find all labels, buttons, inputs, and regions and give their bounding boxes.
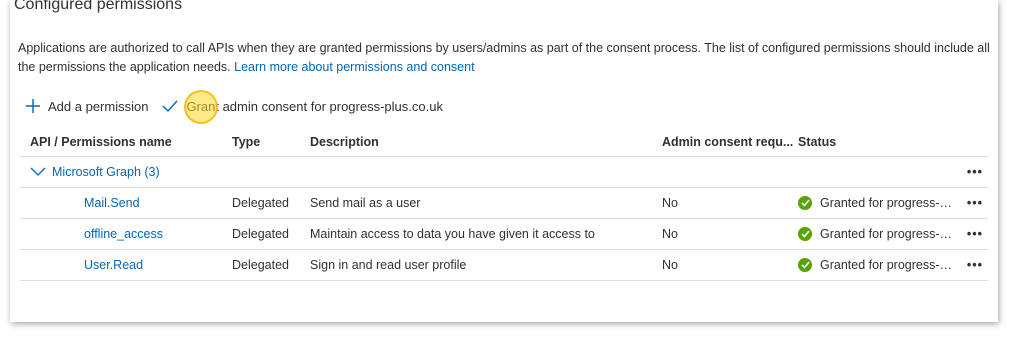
- row-more-button[interactable]: •••: [964, 196, 986, 210]
- table-row: User.Read Delegated Sign in and read use…: [20, 250, 988, 281]
- status-cell: Granted for progress-pl...: [798, 227, 958, 241]
- table-header-row: API / Permissions name Type Description …: [20, 128, 988, 157]
- row-more-button[interactable]: •••: [964, 258, 986, 272]
- check-circle-icon: [798, 196, 812, 210]
- status-cell: Granted for progress-pl...: [798, 196, 958, 210]
- add-permission-button[interactable]: Add a permission: [26, 99, 148, 114]
- check-circle-icon: [798, 258, 812, 272]
- status-text: Granted for progress-pl...: [820, 227, 952, 241]
- table-row: offline_access Delegated Maintain access…: [20, 219, 988, 250]
- permissions-toolbar: Add a permission Grant admin consent for…: [26, 94, 443, 118]
- section-description: Applications are authorized to call APIs…: [18, 39, 990, 77]
- status-cell: Granted for progress-pl...: [798, 258, 958, 272]
- permission-type: Delegated: [232, 258, 289, 272]
- header-admin-consent[interactable]: Admin consent requ...: [662, 135, 797, 149]
- click-highlight-cursor: [184, 90, 218, 124]
- status-text: Granted for progress-pl...: [820, 196, 952, 210]
- learn-more-link[interactable]: Learn more about permissions and consent: [234, 60, 474, 74]
- header-api[interactable]: API / Permissions name: [30, 135, 220, 149]
- group-toggle-microsoft-graph[interactable]: Microsoft Graph (3): [30, 165, 220, 179]
- section-title: Configured permissions: [14, 0, 183, 13]
- check-circle-icon: [798, 227, 812, 241]
- header-type[interactable]: Type: [232, 135, 302, 149]
- admin-consent-required: No: [662, 196, 678, 210]
- header-status[interactable]: Status: [798, 135, 958, 149]
- grant-admin-consent-label: Grant admin consent for progress-plus.co…: [186, 98, 443, 114]
- permission-type: Delegated: [232, 196, 289, 210]
- check-icon: [162, 100, 178, 113]
- table-row: Mail.Send Delegated Send mail as a user …: [20, 188, 988, 219]
- admin-consent-required: No: [662, 227, 678, 241]
- chevron-down-icon: [30, 167, 46, 176]
- status-text: Granted for progress-pl...: [820, 258, 952, 272]
- permissions-table: API / Permissions name Type Description …: [20, 128, 988, 281]
- permission-description: Send mail as a user: [310, 196, 421, 210]
- row-more-button[interactable]: •••: [964, 227, 986, 241]
- configured-permissions-panel: Configured permissions Applications are …: [10, 0, 998, 322]
- permission-description: Sign in and read user profile: [310, 258, 467, 272]
- admin-consent-required: No: [662, 258, 678, 272]
- plus-icon: [26, 99, 40, 113]
- group-label: Microsoft Graph (3): [52, 165, 160, 179]
- permission-type: Delegated: [232, 227, 289, 241]
- group-more-button[interactable]: •••: [964, 165, 986, 179]
- add-permission-label: Add a permission: [48, 98, 149, 114]
- header-description[interactable]: Description: [310, 135, 650, 149]
- description-text: Applications are authorized to call APIs…: [18, 41, 990, 74]
- group-row-microsoft-graph: Microsoft Graph (3) •••: [20, 157, 988, 188]
- permission-description: Maintain access to data you have given i…: [310, 227, 595, 241]
